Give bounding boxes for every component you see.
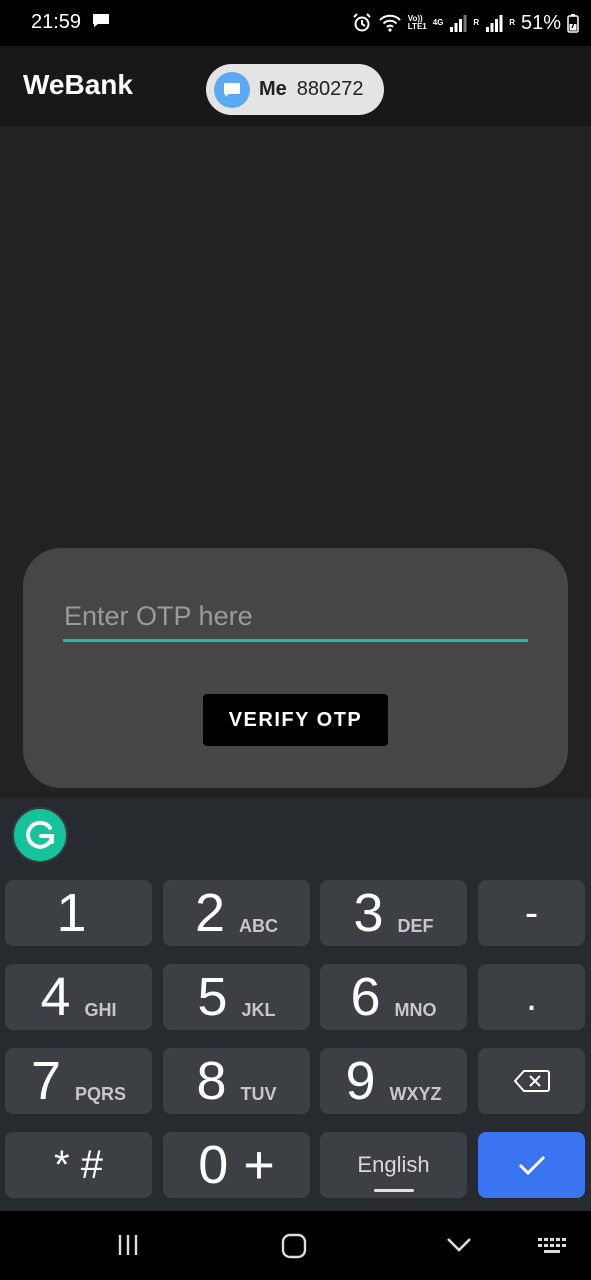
key-3[interactable]: 3 DEF [320, 880, 467, 946]
done-key[interactable] [478, 1132, 585, 1198]
key-4[interactable]: 4 GHI [5, 964, 152, 1030]
key-minus[interactable]: - [478, 880, 585, 946]
otp-card: Enter OTP here VERIFY OTP [23, 548, 568, 788]
language-indicator [374, 1189, 414, 1192]
language-label: English [357, 1152, 430, 1177]
verify-otp-button[interactable]: VERIFY OTP [203, 694, 388, 746]
status-bar: 21:59 Vo)) LTE1 4G R R 51% [0, 0, 591, 46]
grammarly-icon[interactable] [12, 807, 68, 863]
volte-indicator: Vo)) LTE1 [407, 14, 427, 31]
roaming-indicator-1: R [473, 18, 480, 27]
backspace-key[interactable] [478, 1048, 585, 1114]
recent-apps-icon[interactable] [116, 1233, 140, 1257]
system-navigation-bar [0, 1211, 591, 1280]
sms-notification-chip[interactable]: Me 880272 [206, 64, 384, 115]
roaming-indicator-2: R [509, 18, 515, 27]
network-type: 4G [432, 18, 444, 27]
key-period[interactable]: . [478, 964, 585, 1030]
battery-charging-icon [567, 14, 579, 33]
alarm-icon [353, 13, 371, 32]
main-content: Enter OTP here VERIFY OTP [0, 126, 591, 798]
notification-code: 880272 [296, 78, 364, 100]
key-7[interactable]: 7 PQRS [5, 1048, 152, 1114]
message-notification-icon [93, 14, 109, 27]
key-0-plus[interactable]: 0 + [163, 1132, 310, 1198]
signal-icon-sim2 [486, 15, 503, 32]
checkmark-icon [518, 1155, 545, 1176]
backspace-icon [513, 1070, 550, 1092]
chat-bubble-icon [214, 71, 250, 108]
status-time: 21:59 [31, 11, 82, 33]
language-key[interactable]: English [320, 1132, 467, 1198]
otp-input[interactable]: Enter OTP here [63, 594, 528, 642]
key-1[interactable]: 1 [5, 880, 152, 946]
app-title: WeBank [23, 69, 133, 100]
back-chevron-down-icon[interactable] [446, 1236, 472, 1254]
key-9[interactable]: 9 WXYZ [320, 1048, 467, 1114]
key-6[interactable]: 6 MNO [320, 964, 467, 1030]
key-star-hash[interactable]: * # [5, 1132, 152, 1198]
app-bar: WeBank Me 880272 [0, 46, 591, 126]
signal-icon-sim1 [450, 15, 467, 32]
otp-placeholder: Enter OTP here [64, 601, 253, 631]
key-8[interactable]: 8 TUV [163, 1048, 310, 1114]
battery-percent: 51% [520, 11, 561, 34]
notification-sender: Me [259, 78, 287, 100]
key-5[interactable]: 5 JKL [163, 964, 310, 1030]
home-icon[interactable] [281, 1233, 307, 1259]
key-2[interactable]: 2 ABC [163, 880, 310, 946]
keyboard-switch-icon[interactable] [537, 1237, 567, 1255]
numeric-keyboard: 1 2 ABC 3 DEF - 4 GHI 5 JKL 6 MNO . 7 PQRS 8 TU… [0, 798, 591, 1211]
wifi-icon [379, 14, 401, 32]
status-icons: Vo)) LTE1 4G R R 51% [352, 11, 579, 35]
